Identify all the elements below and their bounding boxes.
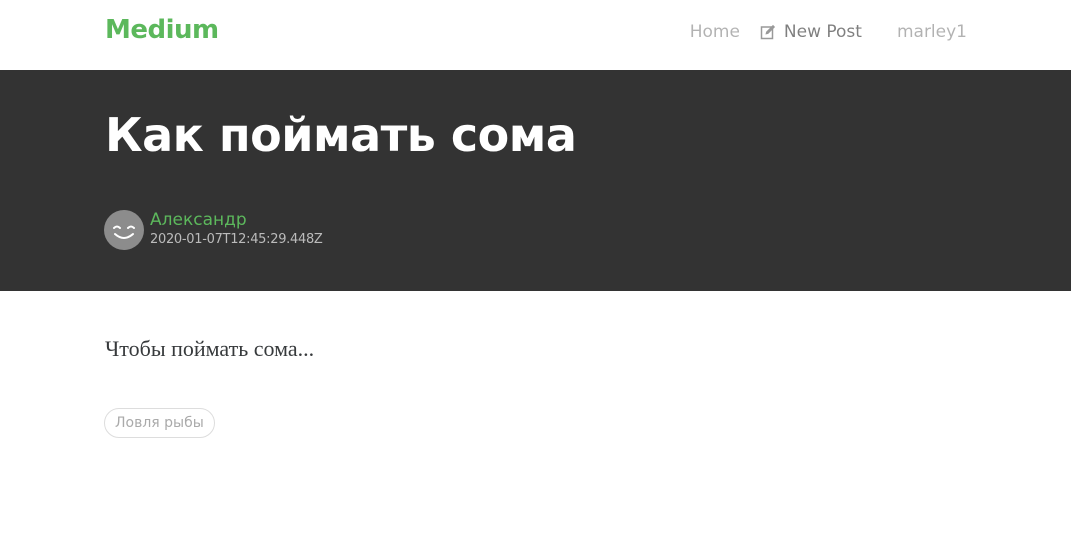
tag-pill[interactable]: Ловля рыбы xyxy=(104,408,215,438)
brand-logo-link[interactable]: Medium xyxy=(105,15,219,45)
nav-links: Home New Post marley1 xyxy=(690,22,967,42)
edit-icon xyxy=(760,24,776,40)
navbar: Medium Home New Post marley1 xyxy=(0,0,1071,70)
article-banner: Как поймать сома Александр 2020-01-07T12… xyxy=(0,70,1071,291)
nav-new-post-label: New Post xyxy=(783,22,862,42)
author-avatar[interactable] xyxy=(104,210,144,250)
author-info: Александр 2020-01-07T12:45:29.448Z xyxy=(150,210,323,250)
article-body: Чтобы поймать сома... xyxy=(105,336,315,361)
article-content: Чтобы поймать сома... Ловля рыбы xyxy=(0,291,1071,533)
smiley-avatar-icon xyxy=(113,225,135,239)
article-meta: Александр 2020-01-07T12:45:29.448Z xyxy=(104,210,323,250)
nav-new-post-link[interactable]: New Post xyxy=(760,22,862,42)
post-date: 2020-01-07T12:45:29.448Z xyxy=(150,232,323,247)
nav-home-link[interactable]: Home xyxy=(690,22,740,42)
article-title: Как поймать сома xyxy=(105,108,577,162)
author-name-link[interactable]: Александр xyxy=(150,210,323,230)
tag-list: Ловля рыбы xyxy=(104,408,215,438)
nav-profile-link[interactable]: marley1 xyxy=(897,22,967,42)
